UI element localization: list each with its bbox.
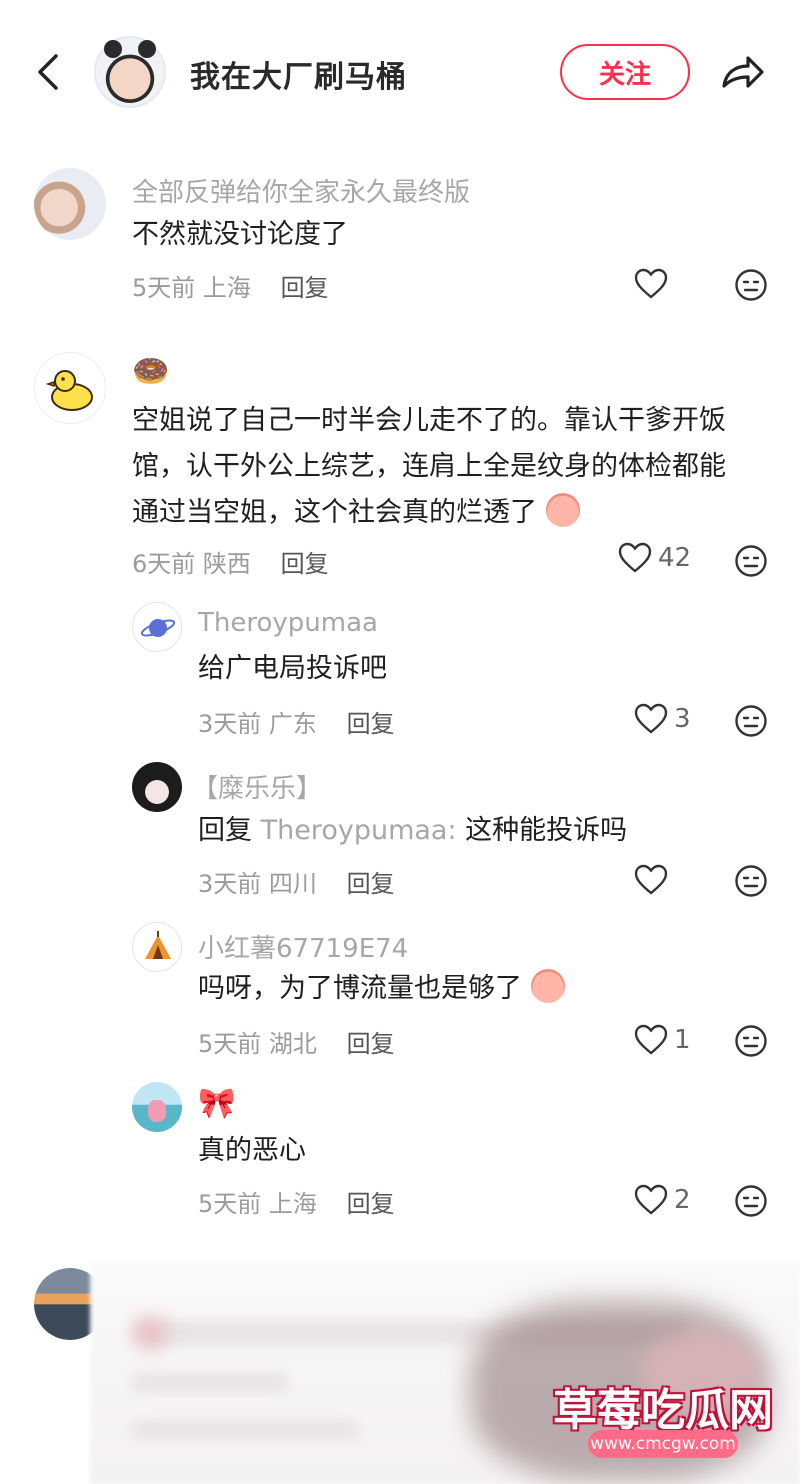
share-icon[interactable] [716, 46, 768, 98]
reply-meta: 3天前 四川 回复 [198, 864, 395, 899]
back-arrow-icon[interactable] [28, 50, 72, 94]
reply-location: 四川 [268, 870, 317, 898]
emoji-face-icon[interactable] [734, 544, 768, 578]
top-bar: 我在大厂刷马桶 关注 [0, 0, 800, 140]
blurred-line [130, 1420, 360, 1440]
comment-text-line-2: 馆，认干外公上综艺，连肩上全是纹身的体检都能 [132, 451, 726, 482]
reply-button[interactable]: 回复 [281, 550, 329, 578]
like-count: 1 [674, 1025, 691, 1055]
commenter-avatar[interactable] [34, 168, 106, 240]
reply-location: 广东 [268, 710, 317, 738]
replier-name[interactable]: 小红薯67719E74 [198, 928, 408, 965]
like-button[interactable] [634, 864, 668, 896]
comment-text-line-3-text: 通过当空姐，这个社会真的烂透了 [132, 497, 537, 528]
comment-time: 5天前 [132, 274, 196, 302]
watermark-logo: 草莓吃瓜网 www.cmcgw.com [548, 1374, 778, 1460]
comment-meta: 5天前 上海 回复 [132, 268, 329, 303]
reply-text-body: 吗呀，为了博流量也是够了 [198, 973, 522, 1004]
crying-sticker-icon [545, 493, 580, 527]
replier-name[interactable]: Theroypumaa [198, 608, 378, 638]
heart-icon [634, 268, 668, 299]
reply-text: 回复 Theroypumaa: 这种能投诉吗 [198, 808, 627, 854]
reply-time: 5天前 [198, 1030, 262, 1058]
author-name[interactable]: 我在大厂刷马桶 [190, 52, 407, 96]
commenter-name[interactable]: 全部反弹给你全家永久最终版 [132, 172, 470, 209]
reply-button[interactable]: 回复 [347, 710, 395, 738]
reply-button[interactable]: 回复 [347, 1190, 395, 1218]
like-button[interactable]: 3 [634, 703, 691, 735]
duck-icon [45, 370, 93, 411]
blurred-shape [136, 1318, 166, 1348]
comment-location: 上海 [202, 274, 251, 302]
comment-text-line-3: 通过当空姐，这个社会真的烂透了 [132, 490, 580, 536]
author-avatar[interactable] [94, 36, 166, 108]
like-count: 2 [674, 1185, 691, 1215]
heart-icon [618, 542, 652, 573]
reply-text: 吗呀，为了博流量也是够了 [198, 966, 565, 1012]
reply-time: 5天前 [198, 1190, 262, 1218]
reply-button[interactable]: 回复 [281, 274, 329, 302]
like-button[interactable]: 1 [634, 1024, 691, 1056]
reply-button[interactable]: 回复 [347, 870, 395, 898]
commenter-avatar[interactable] [34, 352, 106, 424]
reply-time: 3天前 [198, 710, 262, 738]
heart-icon [634, 1184, 668, 1215]
reply-text: 给广电局投诉吧 [198, 653, 387, 684]
replier-avatar[interactable] [132, 602, 182, 652]
comment-location: 陕西 [202, 550, 251, 578]
reply-text-body: 这种能投诉吗 [465, 815, 628, 846]
heart-icon [634, 864, 668, 895]
like-count: 42 [658, 543, 692, 573]
sweat-sticker-icon [530, 969, 565, 1003]
emoji-face-icon[interactable] [734, 268, 768, 302]
replier-name[interactable]: 【糜乐乐】 [192, 768, 322, 805]
reply-location: 上海 [268, 1190, 317, 1218]
reply-button[interactable]: 回复 [347, 1030, 395, 1058]
reply-meta: 5天前 上海 回复 [198, 1184, 395, 1219]
replier-avatar[interactable] [132, 1082, 182, 1132]
emoji-face-icon[interactable] [734, 864, 768, 898]
reply-meta: 5天前 湖北 回复 [198, 1024, 395, 1059]
heart-icon [634, 1024, 668, 1055]
replier-avatar[interactable] [132, 922, 182, 972]
comment-text: 不然就没讨论度了 [132, 219, 348, 250]
follow-button[interactable]: 关注 [560, 44, 690, 100]
reply-text: 真的恶心 [198, 1135, 306, 1166]
emoji-face-icon[interactable] [734, 704, 768, 738]
tent-icon [145, 931, 171, 959]
comment-text-line-1: 空姐说了自己一时半会儿走不了的。靠认干爹开饭 [132, 405, 726, 436]
heart-icon [634, 703, 668, 734]
watermark-url: www.cmcgw.com [588, 1430, 738, 1458]
reply-mention[interactable]: Theroypumaa: [261, 815, 457, 846]
comment-time: 6天前 [132, 550, 196, 578]
reply-time: 3天前 [198, 870, 262, 898]
watermark-text: 草莓吃瓜网 [553, 1385, 773, 1436]
reply-location: 湖北 [268, 1030, 317, 1058]
reply-prefix: 回复 [198, 815, 252, 846]
reply-meta: 3天前 广东 回复 [198, 704, 395, 739]
emoji-face-icon[interactable] [734, 1024, 768, 1058]
replier-avatar[interactable] [132, 762, 182, 812]
like-button[interactable]: 42 [618, 542, 691, 574]
emoji-face-icon[interactable] [734, 1184, 768, 1218]
like-count: 3 [674, 704, 691, 734]
blurred-line [130, 1372, 290, 1394]
planet-icon [140, 619, 176, 637]
replier-name[interactable]: 🎀 [198, 1086, 235, 1121]
comment-meta: 6天前 陕西 回复 [132, 544, 329, 579]
commenter-name[interactable]: 🍩 [132, 354, 169, 389]
like-button[interactable]: 2 [634, 1184, 691, 1216]
like-button[interactable] [634, 268, 668, 300]
